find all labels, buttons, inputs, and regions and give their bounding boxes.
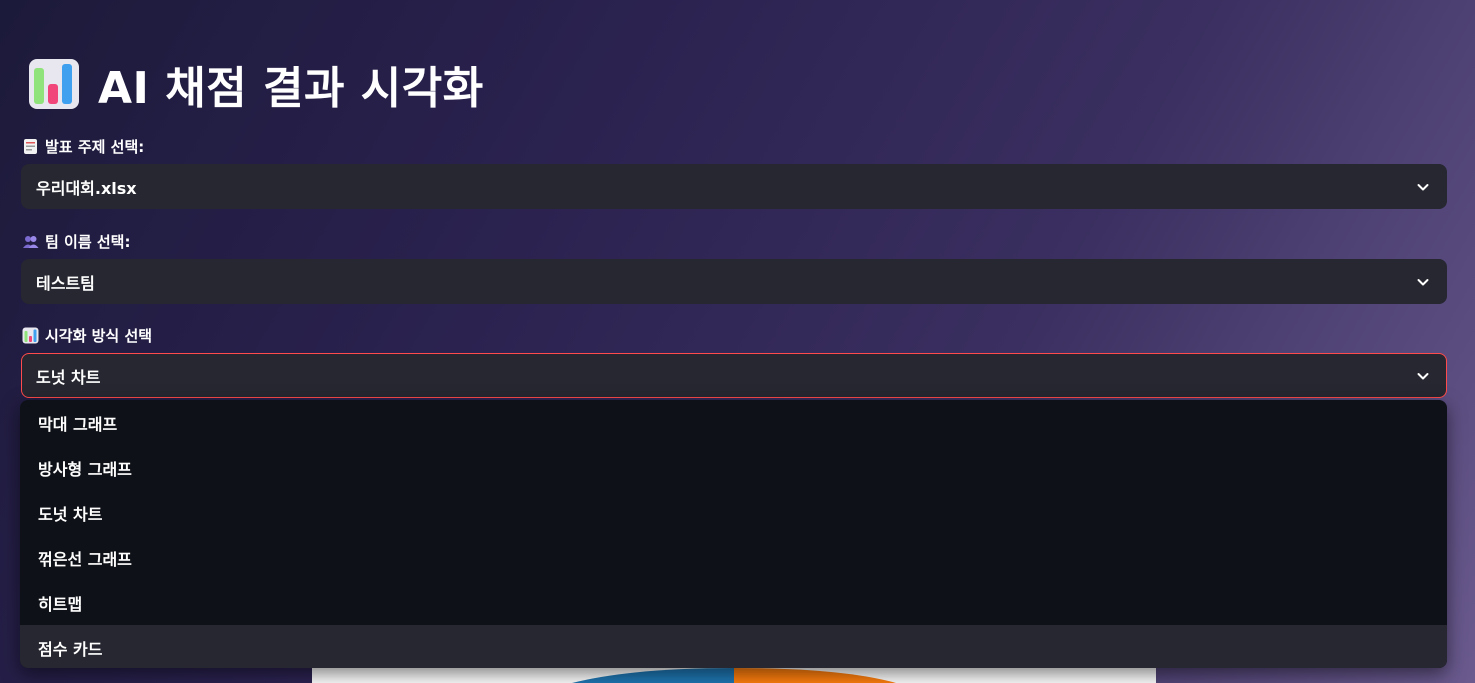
- topic-select-label: 발표 주제 선택:: [22, 136, 144, 157]
- viz-select-label: 시각화 방식 선택: [22, 325, 152, 346]
- team-label-text: 팀 이름 선택:: [45, 233, 131, 251]
- people-icon: [23, 236, 39, 248]
- viz-option-bar[interactable]: 막대 그래프: [20, 400, 1447, 445]
- viz-dropdown-menu: 막대 그래프 방사형 그래프 도넛 차트 꺾은선 그래프 히트맵 점수 카드: [20, 400, 1447, 668]
- viz-option-line[interactable]: 꺾은선 그래프: [20, 535, 1447, 580]
- viz-option-radar[interactable]: 방사형 그래프: [20, 445, 1447, 490]
- chevron-down-icon: [1417, 183, 1429, 190]
- viz-select[interactable]: 도넛 차트: [21, 353, 1447, 398]
- viz-option-scorecard[interactable]: 점수 카드: [20, 625, 1447, 668]
- memo-icon: [24, 139, 37, 154]
- donut-segment-orange: [734, 668, 896, 683]
- team-select[interactable]: 테스트팀: [21, 259, 1447, 304]
- viz-select-value: 도넛 차트: [36, 367, 101, 387]
- team-select-value: 테스트팀: [36, 273, 95, 293]
- chevron-down-icon: [1417, 278, 1429, 285]
- topic-select[interactable]: 우리대회.xlsx: [21, 164, 1447, 209]
- donut-chart-svg: [572, 668, 896, 683]
- topic-label-text: 발표 주제 선택:: [45, 138, 145, 156]
- topic-select-value: 우리대회.xlsx: [36, 178, 137, 198]
- viz-option-donut[interactable]: 도넛 차트: [20, 490, 1447, 535]
- donut-segment-blue: [572, 668, 734, 683]
- bar-chart-icon: [29, 59, 79, 109]
- donut-chart-preview: [312, 668, 1156, 683]
- team-select-label: 팀 이름 선택:: [22, 231, 130, 252]
- viz-option-heatmap[interactable]: 히트맵: [20, 580, 1447, 625]
- app-title-text: AI 채점 결과 시각화: [98, 63, 484, 114]
- bar-chart-icon: [22, 327, 39, 344]
- chevron-down-icon: [1417, 372, 1429, 379]
- viz-label-text: 시각화 방식 선택: [45, 327, 153, 345]
- page-title: AI 채점 결과 시각화: [28, 54, 484, 114]
